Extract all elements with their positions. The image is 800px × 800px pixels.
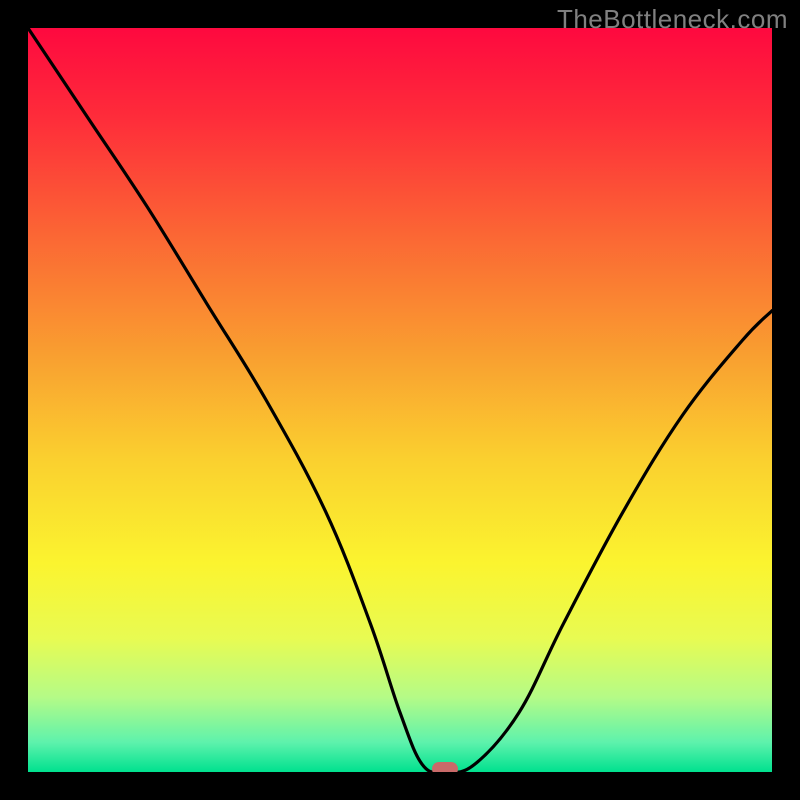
bottleneck-curve <box>28 28 772 772</box>
watermark-label: TheBottleneck.com <box>557 4 788 35</box>
optimum-marker <box>432 762 458 772</box>
chart-frame: TheBottleneck.com <box>0 0 800 800</box>
plot-area <box>28 28 772 772</box>
